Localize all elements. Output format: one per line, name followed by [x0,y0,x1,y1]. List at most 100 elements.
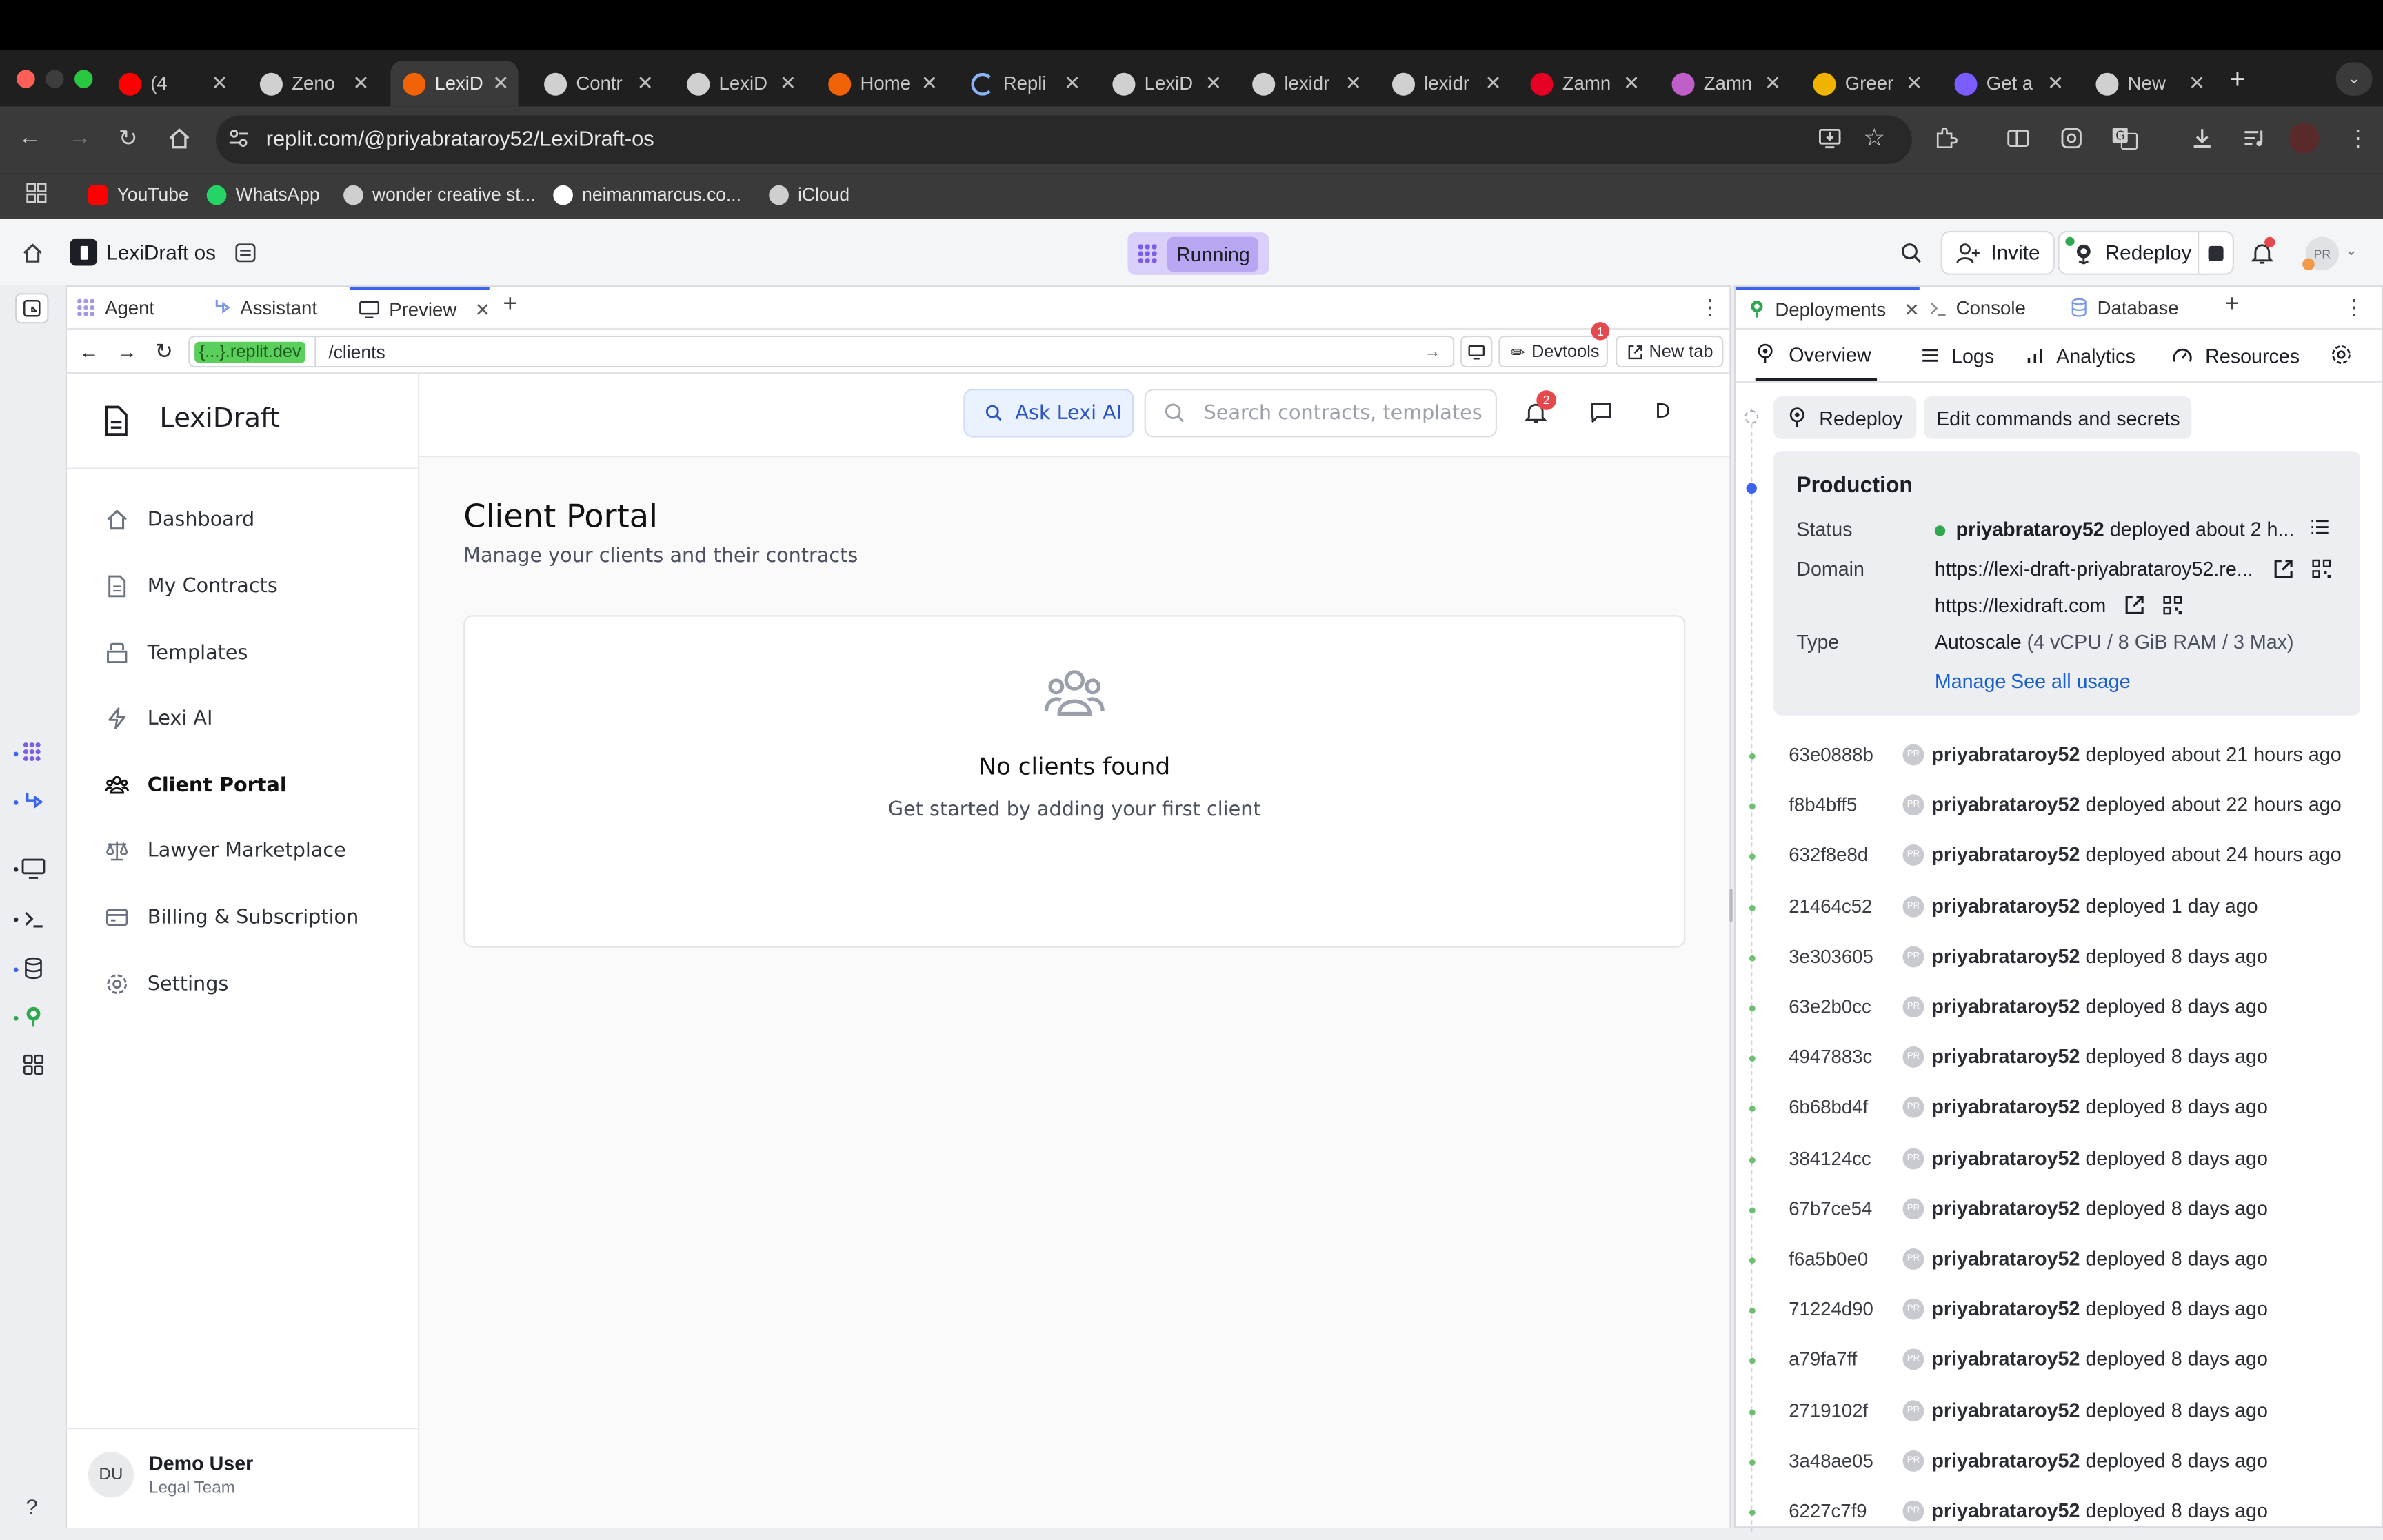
browser-tab[interactable]: Zamn ✕ [1660,61,1791,106]
browser-tab[interactable]: LexiD ✕ [675,61,806,106]
home-icon[interactable] [21,241,44,264]
deployment-row[interactable]: 632f8e8d PR priyabrataroy52 deployed about… [1736,831,2383,882]
console-rail-icon[interactable] [23,909,44,930]
bookmark-item[interactable]: wonder creative st... [343,181,536,208]
deployment-row[interactable]: 6227c7f9 PR priyabrataroy52 deployed 8 day… [1736,1487,2383,1537]
preview-url-input[interactable]: {...}.replit.dev /clients → [188,335,1455,368]
browser-tab[interactable]: Contr ✕ [532,61,663,106]
media-controls-icon[interactable] [2242,126,2266,150]
tab-database[interactable]: Database [2067,287,2216,327]
reload-icon[interactable]: ↻ [155,338,173,364]
deployment-row[interactable]: 67b7ce54 PR priyabrataroy52 deployed 8 day… [1736,1184,2383,1235]
close-tab-icon[interactable]: ✕ [353,72,370,96]
browser-tab[interactable]: Repli ✕ [959,61,1090,106]
deployment-row[interactable]: 21464c52 PR priyabrataroy52 deployed 1 day… [1736,882,2383,932]
close-tab-icon[interactable]: ✕ [2047,72,2064,96]
browser-tab[interactable]: (4 ✕ [106,61,237,106]
preview-rail-icon[interactable] [21,858,46,880]
notifications-icon[interactable] [2251,236,2275,265]
close-tab-icon[interactable]: ✕ [1064,72,1080,96]
nav-client-portal[interactable]: Client Portal [105,770,287,800]
reading-mode-icon[interactable] [2006,126,2030,150]
close-tab-icon[interactable]: ✕ [637,72,654,96]
deployment-row[interactable]: f8b4bff5 PR priyabrataroy52 deployed about… [1736,781,2383,831]
downloads-icon[interactable] [2190,126,2214,150]
assistant-rail-icon[interactable] [23,791,44,813]
go-arrow-icon[interactable]: → [1424,343,1440,361]
deployment-row[interactable]: 384124cc PR priyabrataroy52 deployed 8 day… [1736,1134,2383,1184]
header-redeploy-button[interactable]: Redeploy [2058,230,2207,275]
help-icon[interactable]: ? [26,1495,37,1519]
qr-code-icon[interactable] [2162,596,2182,616]
domain-link-1[interactable]: https://lexi-draft-priyabrataroy52.re... [1935,558,2253,580]
tab-assistant[interactable]: Assistant [210,287,350,327]
deployment-row[interactable]: 63e2b0cc PR priyabrataroy52 deployed 8 day… [1736,982,2383,1033]
add-tab-button[interactable]: + [2225,292,2240,319]
deployment-row[interactable]: a79fa7ff PR priyabrataroy52 deployed 8 day… [1736,1335,2383,1386]
forward-icon[interactable]: → [68,125,91,150]
nav-billing[interactable]: Billing & Subscription [105,902,359,933]
close-tab-icon[interactable]: ✕ [212,72,228,96]
redeploy-button[interactable]: Redeploy [1773,396,1917,439]
home-icon[interactable] [167,126,191,150]
ask-lexi-ai-button[interactable]: Ask Lexi AI [963,389,1134,438]
project-info-icon[interactable] [234,241,257,264]
edit-commands-button[interactable]: Edit commands and secrets [1924,396,2193,439]
manage-link[interactable]: Manage [1935,670,2007,693]
tab-search-button[interactable]: ⌄ [2335,62,2373,96]
database-rail-icon[interactable] [23,957,44,980]
browser-tab[interactable]: lexidr ✕ [1380,61,1511,106]
zoom-window-button[interactable] [74,70,93,88]
browser-tab[interactable]: Zamn ✕ [1518,61,1649,106]
deployment-row[interactable]: 6b68bd4f PR priyabrataroy52 deployed 8 day… [1736,1084,2383,1134]
browser-tab[interactable]: Get a ✕ [1942,61,2073,106]
device-preview-button[interactable] [1460,335,1493,368]
back-icon[interactable]: ← [18,125,41,150]
domain-link-2[interactable]: https://lexidraft.com [1935,594,2106,616]
close-tab-icon[interactable]: ✕ [780,72,796,96]
deployment-row[interactable]: 63e0888b PR priyabrataroy52 deployed about… [1736,731,2383,781]
chevron-down-icon[interactable]: ⌄ [2345,243,2357,260]
close-tab-icon[interactable]: ✕ [492,72,509,96]
chrome-menu-icon[interactable]: ⋮ [2346,125,2369,152]
pane-resize-handle[interactable] [1729,888,1733,922]
see-usage-link[interactable]: See all usage [2011,670,2131,693]
deployments-rail-icon[interactable] [23,1006,44,1029]
bookmark-item[interactable]: WhatsApp [206,181,320,208]
deployment-row[interactable]: 2719102f PR priyabrataroy52 deployed 8 day… [1736,1386,2383,1437]
agent-rail-icon[interactable] [20,741,44,762]
deployment-row[interactable]: 3e303605 PR priyabrataroy52 deployed 8 day… [1736,932,2383,982]
subtab-logs[interactable]: Logs [1921,330,1994,381]
pane-menu-icon[interactable]: ⋮ [2344,294,2365,320]
pane-menu-icon[interactable]: ⋮ [1699,294,1720,320]
close-tab-icon[interactable]: ✕ [1345,72,1362,96]
url-text[interactable]: replit.com/@priyabrataroy52/LexiDraft-os [266,126,654,150]
browser-tab[interactable]: LexiD ✕ [1100,61,1231,106]
deployment-row[interactable]: 71224d90 PR priyabrataroy52 deployed 8 day… [1736,1285,2383,1335]
browser-tab[interactable]: lexidr ✕ [1240,61,1371,106]
toggle-sidebar-button[interactable] [15,293,49,324]
close-tab-icon[interactable]: ✕ [1205,72,1222,96]
deployment-row[interactable]: 3a48ae05 PR priyabrataroy52 deployed 8 day… [1736,1437,2383,1487]
browser-tab[interactable]: Greer ✕ [1801,61,1932,106]
extensions-icon[interactable] [1933,126,1958,150]
bookmark-item[interactable]: neimanmarcus.co... [553,181,741,208]
new-tab-button[interactable]: New tab [1615,335,1724,368]
site-info-icon[interactable] [228,128,250,149]
close-icon[interactable]: ✕ [475,298,490,320]
browser-tab[interactable]: LexiD ✕ [390,61,519,107]
tab-agent[interactable]: Agent [76,287,210,327]
subtab-analytics[interactable]: Analytics [2026,330,2135,381]
translate-icon[interactable]: G [2111,126,2138,150]
project-name[interactable]: LexiDraft os [106,241,216,264]
subtab-resources[interactable]: Resources [2172,330,2300,381]
back-icon[interactable]: ← [79,341,99,363]
tab-preview[interactable]: Preview ✕ [349,287,490,328]
nav-dashboard[interactable]: Dashboard [105,504,254,534]
close-tab-icon[interactable]: ✕ [1623,72,1640,96]
install-app-icon[interactable] [1818,126,1842,150]
external-link-icon[interactable] [2273,559,2293,579]
details-icon[interactable] [2310,518,2330,536]
reload-icon[interactable]: ↻ [119,125,138,152]
close-icon[interactable]: ✕ [1904,298,1920,320]
